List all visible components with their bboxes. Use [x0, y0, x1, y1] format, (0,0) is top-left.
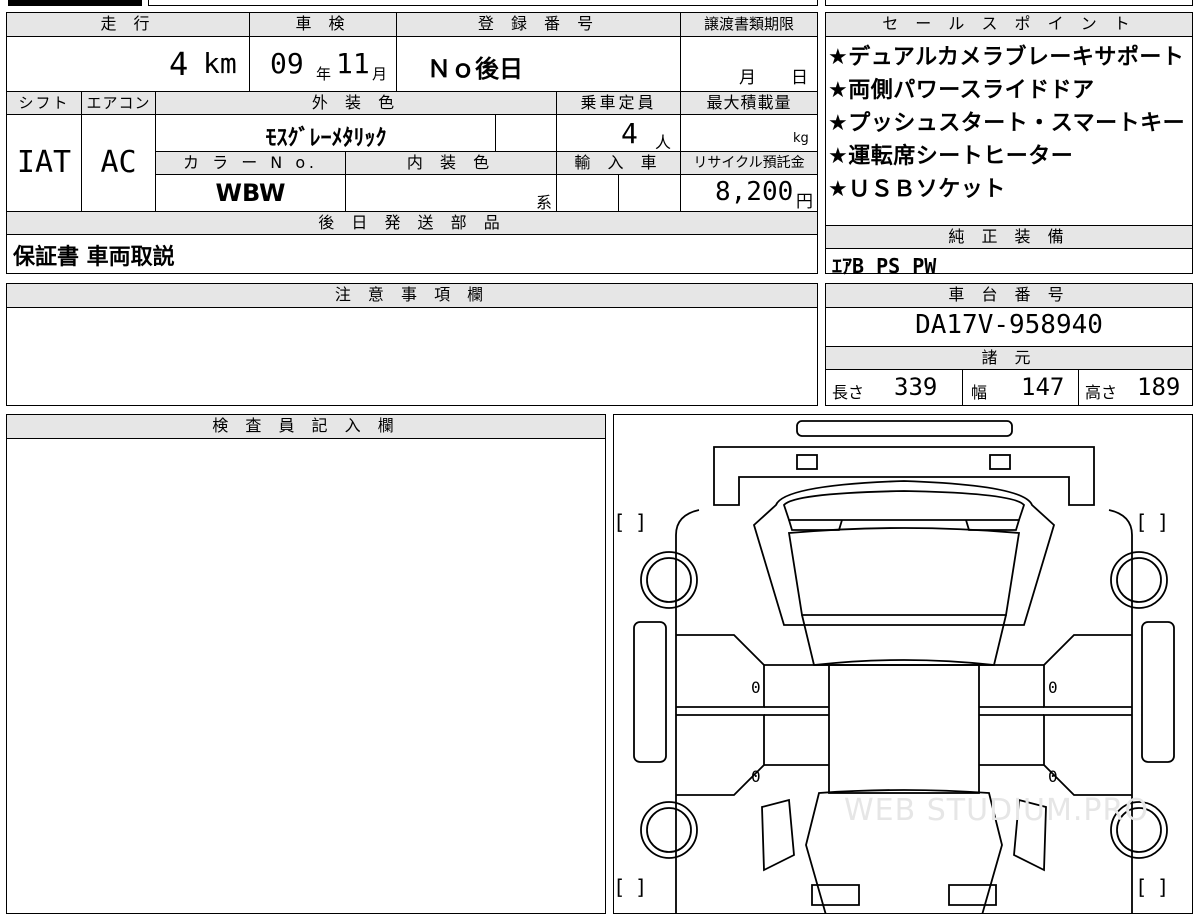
shift-value: IAT	[16, 145, 72, 180]
width-label: 幅	[971, 383, 988, 402]
specs-header: 諸 元	[826, 346, 1192, 370]
max-load-unit: kg	[793, 131, 809, 146]
length-value: 339	[894, 373, 938, 401]
panel-value: 0	[751, 678, 761, 697]
height-value: 189	[1137, 373, 1181, 401]
notes-box: 注 意 事 項 欄	[6, 283, 818, 406]
inspection-month-unit: 月	[372, 65, 388, 83]
recycle-amount: 8,200	[715, 177, 794, 207]
bracket-front-right: [ ]	[1138, 510, 1167, 534]
sales-point: ★デュアルカメラブレーキサポート	[828, 45, 1185, 70]
imported-cell-a	[556, 175, 618, 211]
bracket-rear-right: [ ]	[1138, 875, 1167, 899]
transfer-deadline-cell: 月 日	[680, 37, 817, 91]
watermark: WEB STUDIUM.PRO	[844, 793, 1149, 828]
imported-cell-b	[618, 175, 680, 211]
aircon-header: エアコン	[81, 91, 155, 115]
parts-later-value: 保証書 車両取説	[13, 245, 175, 270]
shift-header: シフト	[7, 91, 81, 115]
width-value: 147	[1021, 373, 1065, 401]
length-cell: 長さ 339	[826, 370, 962, 405]
chassis-no-header: 車 台 番 号	[826, 284, 1192, 308]
vehicle-info-table: 走 行 車 検 登 録 番 号 譲渡書類期限 4 km 09 年 11 月 Ｎｏ…	[6, 12, 818, 274]
max-load-header: 最大積載量	[680, 91, 817, 115]
mileage-header: 走 行	[7, 13, 249, 37]
capacity-value: 4	[621, 117, 638, 150]
exterior-color-cell: ﾓｽｸﾞﾚｰﾒﾀﾘｯｸ	[155, 115, 495, 151]
inspection-year-unit: 年	[316, 65, 332, 83]
chassis-no-value: DA17V-958940	[915, 310, 1103, 340]
sales-points-list: ★デュアルカメラブレーキサポート ★両側パワースライドドア ★プッシュスタート・…	[828, 41, 1190, 206]
color-no-header: カ ラ ー N o.	[155, 151, 345, 175]
parts-later-header: 後 日 発 送 部 品	[7, 211, 817, 235]
recycle-unit: 円	[796, 192, 813, 212]
interior-color-suffix: 系	[536, 193, 553, 212]
sales-point: ★運転席シートヒーター	[828, 144, 1074, 169]
sales-point: ★両側パワースライドドア	[828, 78, 1095, 103]
mileage-unit: km	[203, 47, 237, 80]
std-equipment-value: ｴｱB PS PW	[832, 254, 937, 278]
exterior-color-extra	[495, 115, 556, 151]
height-cell: 高さ 189	[1078, 370, 1192, 405]
panel-value: 0	[751, 767, 761, 786]
top-tab	[8, 0, 142, 6]
recycle-header: リサイクル預託金	[680, 151, 817, 175]
car-body-diagram	[633, 420, 1175, 913]
chassis-box: 車 台 番 号 DA17V-958940 諸 元 長さ 339 幅 147 高さ…	[825, 283, 1193, 406]
bracket-rear-left: [ ]	[616, 875, 645, 899]
top-strip	[148, 0, 818, 6]
registration-value: Ｎｏ後日	[427, 55, 523, 83]
vehicle-diagram-box: [ ] [ ] [ ] [ ] 0 0 0 0 WEB STUDIUM.PRO	[613, 414, 1193, 914]
imported-header: 輸 入 車	[556, 151, 680, 175]
panel-value: 0	[1048, 767, 1058, 786]
capacity-cell: 4 人	[556, 115, 680, 152]
sales-point: ★プッシュスタート・スマートキー	[828, 111, 1186, 136]
mileage-value: 4	[169, 45, 189, 83]
notes-header: 注 意 事 項 欄	[7, 284, 817, 308]
capacity-header: 乗車定員	[556, 91, 680, 115]
bracket-front-left: [ ]	[616, 510, 645, 534]
sales-points-header: セ ー ル ス ポ イ ン ト	[826, 13, 1192, 37]
interior-color-header: 内 装 色	[345, 151, 556, 175]
color-no-value: WBW	[155, 175, 345, 211]
transfer-deadline-header: 譲渡書類期限	[680, 13, 817, 37]
std-equipment-header: 純 正 装 備	[826, 225, 1192, 249]
inspection-month: 11	[336, 47, 370, 80]
transfer-day: 日	[791, 68, 808, 88]
recycle-cell: 8,200 円	[680, 175, 817, 212]
capacity-unit: 人	[655, 133, 672, 152]
registration-cell: Ｎｏ後日	[396, 37, 680, 91]
max-load-cell: kg	[680, 115, 817, 151]
inspection-cell: 09 年 11 月	[249, 37, 396, 91]
sales-point: ★ＵＳＢソケット	[828, 177, 1006, 202]
sales-points-box: セ ー ル ス ポ イ ン ト ★デュアルカメラブレーキサポート ★両側パワース…	[825, 12, 1193, 278]
exterior-color-value: ﾓｽｸﾞﾚｰﾒﾀﾘｯｸ	[265, 126, 387, 151]
registration-header: 登 録 番 号	[396, 13, 680, 37]
inspector-header: 検 査 員 記 入 欄	[7, 415, 605, 439]
width-cell: 幅 147	[962, 370, 1078, 405]
transfer-month: 月	[739, 68, 756, 88]
top-strip-right	[825, 0, 1193, 6]
inspection-year: 09	[270, 47, 304, 80]
mileage-cell: 4 km	[7, 37, 249, 91]
interior-color-cell: 系	[345, 175, 556, 212]
exterior-color-header: 外 装 色	[155, 91, 556, 115]
inspection-header: 車 検	[249, 13, 396, 37]
panel-value: 0	[1048, 678, 1058, 697]
height-label: 高さ	[1085, 383, 1118, 402]
length-label: 長さ	[832, 383, 865, 402]
aircon-value: AC	[81, 115, 155, 211]
inspector-box: 検 査 員 記 入 欄	[6, 414, 606, 914]
